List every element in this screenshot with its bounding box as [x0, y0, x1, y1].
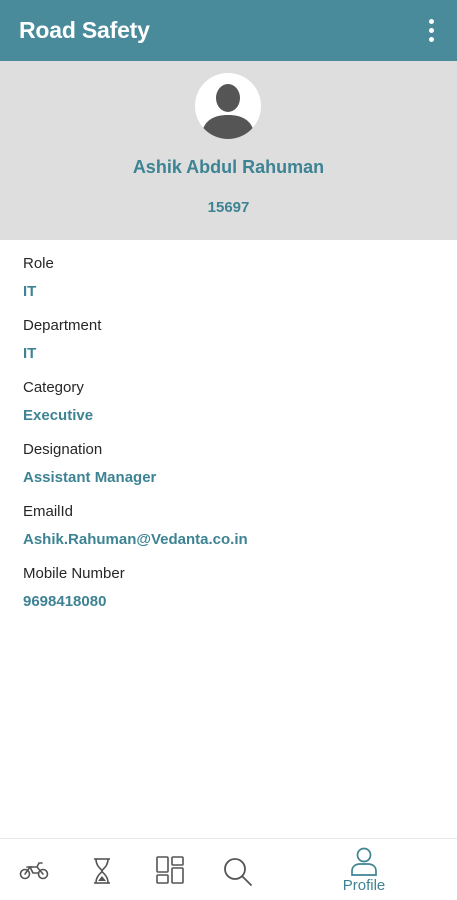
- field-label: EmailId: [23, 503, 74, 520]
- field-label: Category: [23, 379, 84, 396]
- employee-id: 15697: [207, 199, 250, 216]
- field-value: Assistant Manager: [23, 469, 157, 486]
- nav-item-search[interactable]: [214, 839, 262, 900]
- role-field: Role IT: [23, 255, 443, 317]
- field-label: Mobile Number: [23, 565, 125, 582]
- field-value: IT: [23, 345, 37, 362]
- more-vert-icon[interactable]: [419, 16, 443, 46]
- designation-field: Designation Assistant Manager: [23, 441, 443, 503]
- person-avatar-icon: [193, 71, 263, 141]
- nav-item-profile[interactable]: Profile: [330, 839, 398, 900]
- search-icon: [224, 858, 252, 886]
- profile-header: Ashik Abdul Rahuman 15697: [0, 61, 457, 240]
- profile-details: Role IT Department IT Category Executive…: [23, 255, 443, 627]
- profile-icon: [351, 847, 377, 876]
- bottom-navigation: Profile: [0, 838, 457, 900]
- nav-item-ride[interactable]: [10, 839, 58, 900]
- nav-item-dashboard[interactable]: [146, 839, 194, 900]
- category-field: Category Executive: [23, 379, 443, 441]
- app-bar: Road Safety: [0, 0, 457, 61]
- field-value: Executive: [23, 407, 94, 424]
- motorbike-icon: [19, 862, 49, 880]
- mobile-number-field: Mobile Number 9698418080: [23, 565, 443, 627]
- hourglass-icon: [94, 858, 110, 884]
- email-field: EmailId Ashik.Rahuman@Vedanta.co.in: [23, 503, 443, 565]
- field-value: Ashik.Rahuman@Vedanta.co.in: [23, 531, 248, 548]
- nav-label-profile: Profile: [342, 877, 386, 894]
- profile-name: Ashik Abdul Rahuman: [132, 157, 325, 177]
- field-value: IT: [23, 283, 37, 300]
- app-title: Road Safety: [19, 17, 150, 43]
- field-label: Department: [23, 317, 102, 334]
- department-field: Department IT: [23, 317, 443, 379]
- dashboard-grid-icon: [156, 856, 184, 884]
- field-label: Designation: [23, 441, 103, 458]
- field-label: Role: [23, 255, 54, 272]
- nav-item-history[interactable]: [78, 839, 126, 900]
- field-value: 9698418080: [23, 593, 107, 610]
